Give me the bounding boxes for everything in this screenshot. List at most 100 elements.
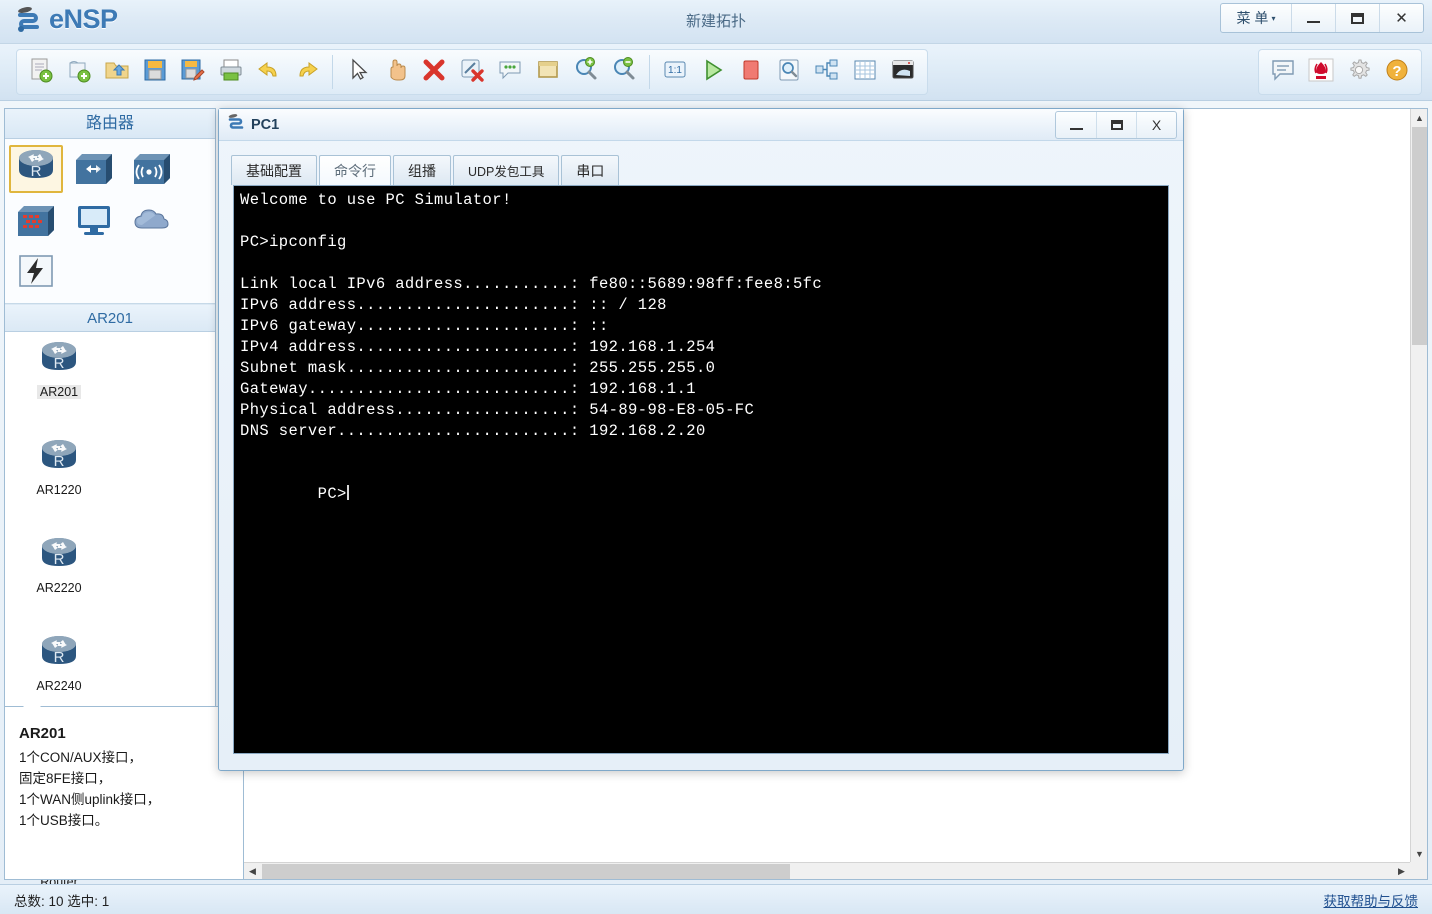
pc1-dialog: PC1 X 基础配置 命令行 组播 UDP发包工具 串口 Welcome to use … (218, 108, 1184, 771)
status-counts: 总数: 10 选中: 1 (14, 893, 110, 909)
question-mark-icon: ? (1384, 57, 1410, 88)
tab-1[interactable]: 基础配置 (231, 155, 317, 185)
toolbar-right-group: ? (1258, 49, 1422, 95)
toolbar-separator (649, 55, 650, 89)
save-button[interactable] (136, 53, 174, 91)
tab-label: 组播 (408, 162, 436, 179)
ensp-application-window: eNSP 新建拓扑 菜 单 ▾ ✕ 1:1 ? 路由器 R AR201 R AR… (0, 0, 1432, 914)
close-icon: X (1151, 117, 1162, 133)
actual-size-button[interactable]: 1:1 (656, 53, 694, 91)
start-all-button[interactable] (694, 53, 732, 91)
category-router[interactable]: R (9, 145, 63, 193)
stop-all-button[interactable] (732, 53, 770, 91)
open-button[interactable] (98, 53, 136, 91)
help-feedback-link[interactable]: 获取帮助与反馈 (1324, 890, 1419, 910)
device-panel-header: 路由器 (5, 109, 215, 139)
settings-button[interactable] (1340, 53, 1378, 91)
delete-button[interactable] (415, 53, 453, 91)
window-minimize-button[interactable] (1291, 4, 1335, 32)
scroll-left-icon[interactable]: ◀ (244, 863, 261, 879)
undo-arrow-icon (256, 57, 282, 88)
add-shape-button[interactable] (529, 53, 567, 91)
cursor-arrow-icon (345, 57, 371, 88)
save-as-button[interactable] (174, 53, 212, 91)
ensp-device-icon (227, 113, 245, 136)
scroll-up-icon[interactable]: ▲ (1411, 109, 1427, 126)
window-close-button[interactable]: ✕ (1379, 4, 1423, 32)
packet-capture-button[interactable] (770, 53, 808, 91)
stop-red-icon (738, 57, 764, 88)
tab-label: 串口 (576, 162, 605, 179)
gear-icon (1346, 57, 1372, 88)
status-bar: 总数: 10 选中: 1 获取帮助与反馈 (0, 884, 1432, 914)
device-model-label: AR1220 (36, 483, 82, 497)
canvas-vertical-scrollbar[interactable]: ▲ ▼ (1410, 109, 1427, 862)
pc1-minimize-button[interactable] (1056, 112, 1096, 138)
device-model-label: AR201 (36, 385, 82, 399)
category-cloud[interactable] (125, 197, 179, 245)
svg-text:R: R (54, 551, 65, 568)
category-wlan[interactable] (125, 145, 179, 193)
pc1-terminal[interactable]: Welcome to use PC Simulator! PC>ipconfig… (233, 185, 1169, 754)
main-menu-label: 菜 单 (1236, 10, 1269, 26)
category-firewall[interactable] (9, 197, 63, 245)
minimize-icon (1307, 21, 1320, 23)
maximize-icon (1351, 12, 1364, 24)
category-connection[interactable] (9, 249, 63, 297)
window-maximize-button[interactable] (1335, 4, 1379, 32)
new-document-icon (28, 57, 54, 88)
device-model-label: AR2240 (36, 679, 82, 693)
canvas-horizontal-scrollbar[interactable]: ◀ ▶ (244, 862, 1410, 879)
zoom-in-icon (573, 56, 599, 88)
tab-3[interactable]: 组播 (393, 155, 451, 185)
svg-text:?: ? (1392, 63, 1401, 80)
tab-2[interactable]: 命令行 (319, 155, 391, 185)
device-model-ar2220[interactable]: R AR2220 (7, 536, 111, 634)
wireless-ap-icon (130, 148, 174, 191)
redo-button[interactable] (288, 53, 326, 91)
huawei-button[interactable] (1302, 53, 1340, 91)
router-icon: R (37, 536, 81, 579)
zoom-out-button[interactable] (605, 53, 643, 91)
undo-button[interactable] (250, 53, 288, 91)
grid-button[interactable] (846, 53, 884, 91)
tab-5[interactable]: 串口 (561, 155, 620, 185)
feedback-button[interactable] (1264, 53, 1302, 91)
device-model-ar1220[interactable]: R AR1220 (7, 438, 111, 536)
redo-arrow-icon (294, 57, 320, 88)
topology-tree-icon (814, 57, 840, 88)
zoom-in-button[interactable] (567, 53, 605, 91)
router-icon: R (37, 634, 81, 677)
pan-tool-button[interactable] (377, 53, 415, 91)
category-endpoint[interactable] (67, 197, 121, 245)
save-as-disk-icon (180, 57, 206, 88)
one-to-one-icon: 1:1 (662, 57, 688, 88)
huawei-logo-icon (1308, 57, 1334, 88)
speech-bubble-icon (1270, 57, 1296, 88)
switch-icon (72, 148, 116, 191)
new-device-button[interactable] (60, 53, 98, 91)
vertical-scroll-thumb[interactable] (1412, 127, 1427, 345)
console-button[interactable] (884, 53, 922, 91)
pc1-maximize-button[interactable] (1096, 112, 1136, 138)
chevron-down-icon: ▾ (1271, 13, 1276, 23)
delete-link-button[interactable] (453, 53, 491, 91)
tab-4[interactable]: UDP发包工具 (453, 155, 560, 185)
topology-tree-button[interactable] (808, 53, 846, 91)
horizontal-scroll-thumb[interactable] (262, 864, 790, 879)
select-tool-button[interactable] (339, 53, 377, 91)
category-switch[interactable] (67, 145, 121, 193)
new-topology-button[interactable] (22, 53, 60, 91)
pc1-close-button[interactable]: X (1136, 112, 1176, 138)
print-button[interactable] (212, 53, 250, 91)
toolbar-left-group: 1:1 (16, 49, 928, 95)
pc1-tab-bar: 基础配置 命令行 组播 UDP发包工具 串口 (219, 141, 1183, 185)
add-note-button[interactable] (491, 53, 529, 91)
device-model-ar201[interactable]: R AR201 (7, 340, 111, 438)
scroll-down-icon[interactable]: ▼ (1411, 845, 1427, 862)
main-menu-button[interactable]: 菜 单 ▾ (1221, 4, 1291, 32)
router-icon: R (37, 340, 81, 383)
scroll-right-icon[interactable]: ▶ (1393, 863, 1410, 879)
terminal-prompt: PC> (317, 485, 347, 503)
help-button[interactable]: ? (1378, 53, 1416, 91)
